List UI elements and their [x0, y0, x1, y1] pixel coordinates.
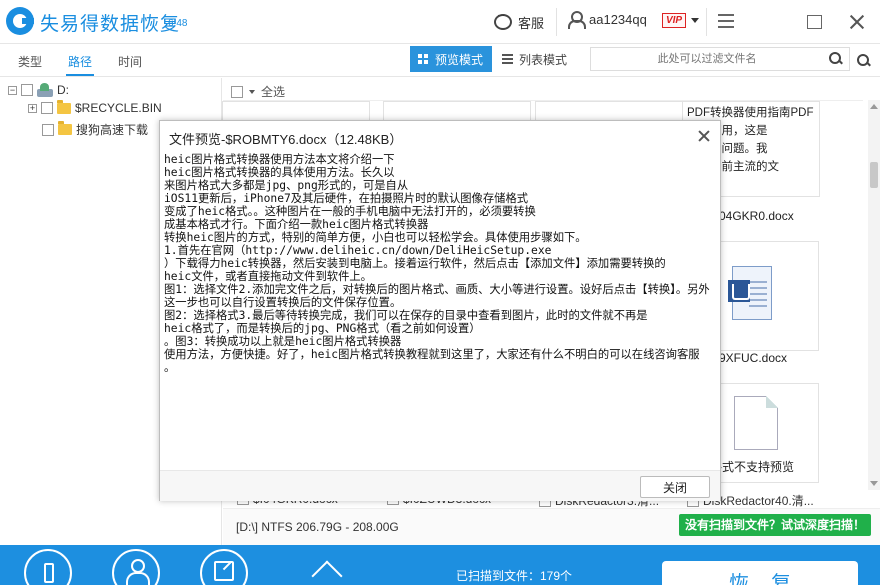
tab-type[interactable]: 类型: [18, 53, 42, 70]
tree-node-sogou-download[interactable]: 搜狗高速下载: [42, 121, 148, 138]
app-version: 6.48: [168, 18, 188, 29]
select-all-label: 全选: [261, 85, 286, 99]
scroll-thumb[interactable]: [870, 162, 878, 188]
checkbox[interactable]: [42, 123, 54, 136]
home-icon[interactable]: [311, 559, 341, 585]
dialog-title: 文件预览-$ROBMTY6.docx（12.48KB）: [169, 132, 403, 147]
search-icon[interactable]: [829, 52, 841, 64]
export-icon: [214, 561, 234, 581]
filter-search-button[interactable]: [852, 49, 874, 71]
grid-view-icon: [418, 53, 429, 65]
user-account-button[interactable]: aa1234qq: [568, 11, 647, 29]
checkbox[interactable]: [21, 84, 33, 96]
tree-node-label: D:: [57, 83, 69, 97]
preview-mode-button[interactable]: 预览模式: [410, 46, 492, 72]
customer-service-button[interactable]: 客服: [494, 10, 545, 33]
list-mode-button[interactable]: 列表模式: [502, 46, 567, 72]
tree-node-label: $RECYCLE.BIN: [75, 101, 162, 115]
checkbox[interactable]: [41, 102, 53, 114]
toolbar: 类型 路径 时间 预览模式 列表模式: [0, 45, 880, 77]
list-view-icon: [502, 52, 513, 66]
footer-bar: 已扫描到文件：179个 恢复: [0, 545, 880, 585]
tab-time[interactable]: 时间: [118, 53, 142, 70]
caret-down-icon[interactable]: [249, 89, 255, 94]
phone-recovery-button[interactable]: [24, 549, 72, 585]
scan-status: 已扫描到文件：179个: [456, 569, 573, 583]
list-mode-label: 列表模式: [519, 52, 568, 67]
search-icon: [857, 54, 869, 66]
divider: [706, 8, 707, 36]
unsupported-preview-label: 格式不支持预览: [710, 460, 795, 474]
vip-badge[interactable]: VIP: [662, 13, 686, 28]
tab-path[interactable]: 路径: [65, 53, 95, 76]
recover-button[interactable]: 恢复: [662, 561, 858, 585]
dialog-footer: 关闭: [160, 470, 720, 501]
tree-node-recycle-bin[interactable]: + $RECYCLE.BIN: [28, 99, 162, 115]
close-window-icon[interactable]: [845, 10, 869, 34]
account-dropdown-caret-icon[interactable]: [691, 18, 699, 23]
scroll-down-icon[interactable]: [870, 481, 878, 486]
filename-filter-input[interactable]: [597, 50, 817, 68]
customer-service-label: 客服: [518, 15, 545, 31]
status-line: [D:\] NTFS 206.79G - 208.00G 没有扫描到文件？试试深…: [223, 508, 880, 545]
chat-bubble-icon: [494, 10, 512, 30]
title-bar: 失易得数据恢复 6.48 客服 aa1234qq VIP: [0, 0, 880, 44]
preview-mode-label: 预览模式: [435, 52, 484, 67]
phone-icon: [44, 563, 54, 583]
word-document-icon: [728, 266, 774, 322]
file-name[interactable]: 04GKR0.docx: [719, 209, 794, 223]
vertical-scrollbar[interactable]: [868, 100, 880, 490]
filename-filter: [590, 47, 850, 71]
tree-node-label: 搜狗高速下载: [76, 123, 149, 137]
close-button[interactable]: 关闭: [640, 476, 710, 498]
export-button[interactable]: [200, 549, 248, 585]
drive-icon: [37, 83, 53, 97]
select-all-checkbox[interactable]: [231, 85, 243, 98]
folder-icon: [58, 121, 72, 135]
username: aa1234qq: [589, 11, 647, 27]
file-preview-dialog: 文件预览-$ROBMTY6.docx（12.48KB） heic图片格式转换器使…: [159, 120, 721, 501]
close-icon[interactable]: [697, 129, 711, 143]
deep-scan-button[interactable]: 没有扫描到文件？试试深度扫描！: [679, 514, 871, 536]
app-title: 失易得数据恢复: [40, 13, 181, 35]
menu-icon[interactable]: [714, 10, 738, 34]
blank-document-icon: [734, 396, 778, 450]
preview-text: heic图片格式转换器使用方法本文将介绍一下 heic图片格式转换器的具体使用方…: [164, 153, 710, 374]
divider: [556, 8, 557, 36]
account-button[interactable]: [112, 549, 160, 585]
collapse-icon[interactable]: −: [8, 85, 17, 95]
preview-content: heic图片格式转换器使用方法本文将介绍一下 heic图片格式转换器的具体使用方…: [164, 153, 718, 463]
app-logo-icon: [6, 7, 34, 35]
person-icon: [126, 559, 150, 585]
select-all[interactable]: 全选: [231, 83, 285, 100]
user-icon: [568, 11, 586, 29]
scroll-up-icon[interactable]: [870, 104, 878, 109]
maximize-icon[interactable]: [802, 10, 826, 34]
expand-icon[interactable]: +: [28, 103, 37, 113]
folder-icon: [57, 99, 71, 114]
file-name[interactable]: 9XFUC.docx: [719, 351, 787, 365]
tree-node-drive[interactable]: − D:: [8, 83, 69, 97]
disk-info: [D:\] NTFS 206.79G - 208.00G: [236, 520, 399, 534]
